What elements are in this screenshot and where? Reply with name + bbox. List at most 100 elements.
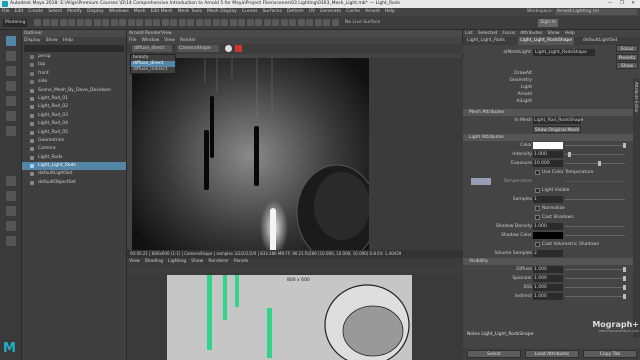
camera-select[interactable]: CameraShape bbox=[177, 45, 219, 52]
menu-item-curves[interactable]: Curves bbox=[242, 9, 258, 14]
outliner-item[interactable]: Camera bbox=[22, 145, 126, 153]
show-original-button[interactable]: Show Original Mesh bbox=[533, 126, 581, 133]
render-play-icon[interactable] bbox=[225, 45, 232, 52]
shadow-color-swatch[interactable] bbox=[533, 232, 563, 239]
menu-item-cache[interactable]: Cache bbox=[346, 9, 360, 14]
outliner-item[interactable]: side bbox=[22, 78, 126, 86]
aov-dropdown[interactable]: beauty diffuse_direct diffuse_indirect bbox=[130, 54, 176, 74]
select-tool-icon[interactable] bbox=[6, 36, 16, 46]
shadow-density-slider[interactable] bbox=[565, 226, 625, 227]
layout-single-icon[interactable] bbox=[6, 176, 16, 186]
shelf-tool-icon[interactable] bbox=[195, 19, 203, 26]
visibility-slider-knob[interactable] bbox=[623, 267, 626, 272]
ae-select-button[interactable]: Select bbox=[467, 350, 521, 358]
shelf-tool-icon[interactable] bbox=[314, 19, 322, 26]
shelf-tool-icon[interactable] bbox=[229, 19, 237, 26]
ae-copy-tab-button[interactable]: Copy Tab bbox=[583, 350, 637, 358]
stop-icon[interactable] bbox=[235, 45, 242, 52]
ae-menu-selected[interactable]: Selected bbox=[478, 31, 498, 36]
shelf-tool-icon[interactable] bbox=[110, 19, 118, 26]
viewport-menu-shading[interactable]: Shading bbox=[145, 259, 163, 264]
shelf-tool-icon[interactable] bbox=[280, 19, 288, 26]
viewport-menu-lighting[interactable]: Lighting bbox=[168, 259, 186, 264]
ae-menu-help[interactable]: Help bbox=[565, 31, 575, 36]
scale-tool-icon[interactable] bbox=[6, 111, 16, 121]
menu-item-edit-mesh[interactable]: Edit Mesh bbox=[151, 9, 173, 14]
outliner-search[interactable] bbox=[24, 45, 124, 52]
shelf-tool-icon[interactable] bbox=[144, 19, 152, 26]
layout-side-icon[interactable] bbox=[6, 206, 16, 216]
presets-button[interactable]: Presets bbox=[616, 54, 638, 61]
shelf-tool-icon[interactable] bbox=[136, 19, 143, 26]
shelf-tool-icon[interactable] bbox=[306, 19, 313, 26]
outliner-item[interactable]: Light_Rods bbox=[22, 154, 126, 162]
visibility-field[interactable]: 1.000 bbox=[533, 266, 563, 273]
outliner-item[interactable]: Light_Rod_01 bbox=[22, 95, 126, 103]
color-slider[interactable] bbox=[565, 145, 625, 146]
samples-field[interactable]: 1 bbox=[533, 196, 563, 203]
menu-item-deform[interactable]: Deform bbox=[287, 9, 304, 14]
outliner-item[interactable]: Geometries bbox=[22, 137, 126, 145]
outliner-item[interactable]: defaultObjectSet bbox=[22, 179, 126, 187]
shelf-tool-icon[interactable] bbox=[127, 19, 135, 26]
visibility-slider[interactable] bbox=[565, 296, 625, 297]
ae-tab[interactable]: Light_Light_Rods bbox=[467, 37, 505, 45]
intensity-field[interactable]: 1.000 bbox=[533, 151, 563, 158]
menu-item-arnold[interactable]: Arnold bbox=[365, 9, 380, 14]
viewport-menu-show[interactable]: Show bbox=[191, 259, 203, 264]
shadow-color-slider[interactable] bbox=[565, 235, 625, 236]
outliner-menu-display[interactable]: Display bbox=[24, 38, 41, 43]
window-controls[interactable]: — ❐ ✕ bbox=[608, 0, 638, 8]
mode-select[interactable]: Modeling bbox=[3, 19, 27, 27]
outliner-item[interactable]: Light_Rod_04 bbox=[22, 120, 126, 128]
visibility-field[interactable]: 1.000 bbox=[533, 284, 563, 291]
shelf-tool-icon[interactable] bbox=[93, 19, 101, 26]
shelf-tool-icon[interactable] bbox=[42, 19, 50, 26]
outliner-menu-show[interactable]: Show bbox=[46, 38, 58, 43]
menu-item-uv[interactable]: UV bbox=[309, 9, 315, 14]
shelf-tool-icon[interactable] bbox=[238, 19, 245, 26]
menu-item-file[interactable]: File bbox=[2, 9, 10, 14]
shelf-tool-icon[interactable] bbox=[68, 19, 75, 26]
renderview-menu-view[interactable]: View bbox=[164, 38, 175, 43]
shelf-tool-icon[interactable] bbox=[297, 19, 305, 26]
exposure-slider[interactable] bbox=[565, 163, 625, 164]
menu-item-mesh-display[interactable]: Mesh Display bbox=[207, 9, 237, 14]
use-color-temp-checkbox[interactable] bbox=[535, 170, 540, 175]
ae-tab[interactable]: defaultLightSet bbox=[583, 37, 617, 45]
lasso-tool-icon[interactable] bbox=[6, 51, 16, 61]
viewport-menu-panels[interactable]: Panels bbox=[234, 259, 248, 264]
shelf-tool-icon[interactable] bbox=[289, 19, 296, 26]
node-name-field[interactable]: Light_Light_RodsShape bbox=[533, 49, 595, 56]
aov-option[interactable]: diffuse_indirect bbox=[131, 67, 175, 73]
shelf-tool-icon[interactable] bbox=[178, 19, 186, 26]
workspace-select[interactable]: Arnold Lighting (e) bbox=[555, 9, 637, 15]
shelf-tool-icon[interactable] bbox=[76, 19, 84, 26]
intensity-slider[interactable] bbox=[565, 154, 625, 155]
shelf-tool-icon[interactable] bbox=[153, 19, 160, 26]
menu-item-select[interactable]: Select bbox=[48, 9, 62, 14]
menu-item-mesh-tools[interactable]: Mesh Tools bbox=[178, 9, 202, 14]
shelf-tool-icon[interactable] bbox=[255, 19, 262, 26]
shelf-tool-icon[interactable] bbox=[187, 19, 194, 26]
volume-samples-field[interactable]: 2 bbox=[533, 250, 563, 257]
visibility-header[interactable]: Visibility bbox=[463, 258, 640, 265]
menu-item-windows[interactable]: Windows bbox=[109, 9, 129, 14]
visibility-slider-knob[interactable] bbox=[623, 285, 626, 290]
viewport-menu-view[interactable]: View bbox=[129, 259, 140, 264]
ae-menu-attributes[interactable]: Attributes bbox=[520, 31, 542, 36]
outliner-item[interactable]: Light_Light_Rods bbox=[22, 162, 126, 171]
layout-outliner-icon[interactable] bbox=[6, 221, 16, 231]
intensity-slider-knob[interactable] bbox=[568, 152, 571, 157]
shelf-tool-icon[interactable] bbox=[323, 19, 330, 26]
menu-item-surfaces[interactable]: Surfaces bbox=[262, 9, 282, 14]
visibility-slider-knob[interactable] bbox=[623, 294, 626, 299]
shelf-tool-icon[interactable] bbox=[85, 19, 92, 26]
visibility-field[interactable]: 1.000 bbox=[533, 275, 563, 282]
show-button[interactable]: Show bbox=[616, 62, 638, 69]
light-visible-checkbox[interactable] bbox=[535, 188, 540, 193]
exposure-field[interactable]: 10.000 bbox=[533, 160, 563, 167]
menu-item-modify[interactable]: Modify bbox=[67, 9, 82, 14]
in-mesh-field[interactable]: Light_Rod_RodsShape bbox=[533, 117, 583, 124]
color-swatch[interactable] bbox=[533, 142, 563, 149]
